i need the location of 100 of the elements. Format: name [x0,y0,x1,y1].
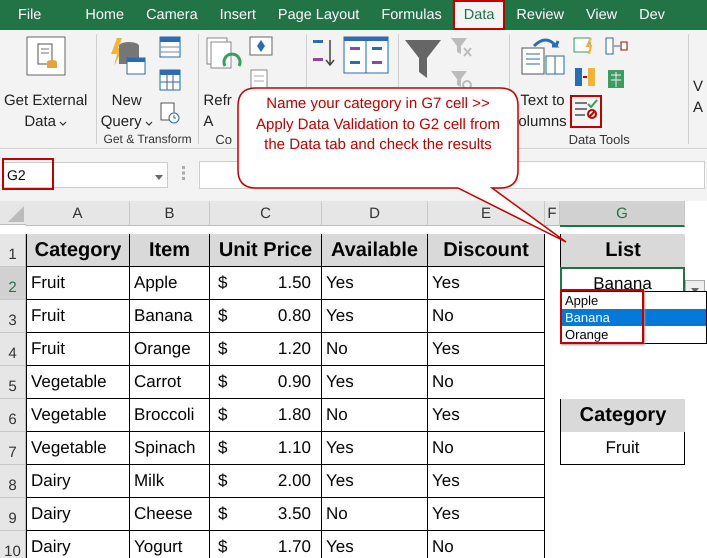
table-cell: Yes [322,531,428,558]
table-cell: Carrot [130,366,210,399]
ribbon-tab[interactable]: Camera [135,0,209,30]
table-cell: Yes [322,366,428,399]
currency-symbol: $ [218,372,228,392]
table-cell: Dairy [26,498,130,531]
row-header[interactable]: 3 [0,300,26,333]
document-clock-icon[interactable] [158,102,181,124]
sort-dialog-icon[interactable] [342,36,389,76]
ribbon-tab[interactable]: File [0,0,52,30]
currency-symbol: $ [218,537,228,557]
currency-symbol: $ [218,339,228,359]
row-header[interactable]: 1 [0,234,26,267]
currency-symbol: $ [218,405,228,425]
column-heading: Discount [428,234,545,267]
ribbon-tab[interactable]: Dev [628,0,676,30]
row-header[interactable]: 5 [0,366,26,399]
table-cell: Yogurt [130,531,210,558]
ribbon-button[interactable]: New Query [100,34,153,132]
table-cell: 2.00 [278,471,311,491]
currency-symbol: $ [218,504,228,524]
table-cell: Milk [130,465,210,498]
ribbon-button[interactable]: V A [692,34,703,126]
table-cell: Orange [130,333,210,366]
table-cell: Vegetable [26,399,130,432]
grip-icon[interactable] [182,166,185,180]
table-cell: Yes [428,267,545,300]
column-header[interactable]: C [210,201,322,226]
table-cell: Vegetable [26,432,130,465]
currency-symbol: $ [218,438,228,458]
ribbon-button[interactable]: Text to olumns [518,34,567,132]
ribbon-button[interactable]: Get External Data [4,34,88,132]
table-icon[interactable] [158,36,181,58]
column-heading: Unit Price [210,234,322,267]
table-cell: 1.70 [278,537,311,557]
dropdown-option[interactable]: Orange [561,326,706,343]
table-cell: Yes [322,300,428,333]
connections-icon[interactable] [249,36,274,58]
ribbon-tab[interactable]: Home [74,0,136,30]
table-cell: 0.90 [278,372,311,392]
table-cell: Dairy [26,531,130,558]
table-cell: Fruit [26,267,130,300]
dropdown-option[interactable]: Banana [561,309,706,326]
table-cell: 3.50 [278,504,311,524]
text-columns-icon[interactable] [520,36,566,76]
row-header[interactable]: 4 [0,333,26,366]
ribbon-tab[interactable]: View [574,0,628,30]
row-header[interactable]: 10 [0,531,26,558]
table-cell: Dairy [26,465,130,498]
group-label: Get & Transform [104,132,192,144]
table-cell: Vegetable [26,366,130,399]
group-label: Co [215,132,232,144]
column-heading: Category [560,399,685,432]
row-header[interactable]: 8 [0,465,26,498]
currency-symbol: $ [218,471,228,491]
table-cell: No [428,366,545,399]
consolidate-icon[interactable] [604,36,629,56]
table-cell: No [322,498,428,531]
table-cell: Banana [130,300,210,333]
table-cell: Fruit [26,333,130,366]
table-cell: 1.50 [278,273,311,293]
column-heading: List [560,234,685,267]
triangle-icon [8,206,24,222]
column-heading: Available [322,234,428,267]
row-header[interactable]: 9 [0,498,26,531]
table-cell: Yes [428,333,545,366]
column-header[interactable]: F [545,201,560,226]
table-cell: 1.20 [278,339,311,359]
ribbon-tab[interactable]: Page Layout [266,0,370,30]
table-cell: No [322,333,428,366]
table-cell: No [428,300,545,333]
remove-duplicates-icon[interactable] [572,67,597,87]
table-cell: Fruit [26,300,130,333]
column-header[interactable]: G [560,201,685,227]
callout-text: Name your category in G7 cell >> Apply Data Validation to G2 cell from the Data tab and check the results [254,94,501,155]
row-header[interactable]: 7 [0,432,26,465]
column-heading: Item [130,234,210,267]
table-cell: Apple [130,267,210,300]
table-cell: No [428,531,545,558]
column-header[interactable]: B [130,201,210,226]
column-header[interactable]: D [322,201,428,226]
table-cell: 1.80 [278,405,311,425]
ribbon-tab[interactable]: Insert [208,0,267,30]
column-header[interactable]: A [26,201,130,226]
table-cell: 1.10 [278,438,311,458]
table-cell: No [428,432,545,465]
data-validation-icon[interactable] [572,98,599,120]
table-cell: Yes [322,465,428,498]
table-cell: 0.80 [278,306,311,326]
ribbon-tab[interactable]: Formulas [370,0,453,30]
ribbon-tab[interactable]: Data [452,0,506,30]
currency-symbol: $ [218,306,228,326]
table-cell: Yes [428,498,545,531]
row-header[interactable]: 2 [0,267,26,300]
document-database-icon[interactable] [26,36,66,76]
table-cell: Yes [322,432,428,465]
table-cell: Spinach [130,432,210,465]
ribbon-tab[interactable]: Review [505,0,575,30]
grid-icon[interactable] [158,69,181,91]
row-header[interactable]: 6 [0,399,26,432]
